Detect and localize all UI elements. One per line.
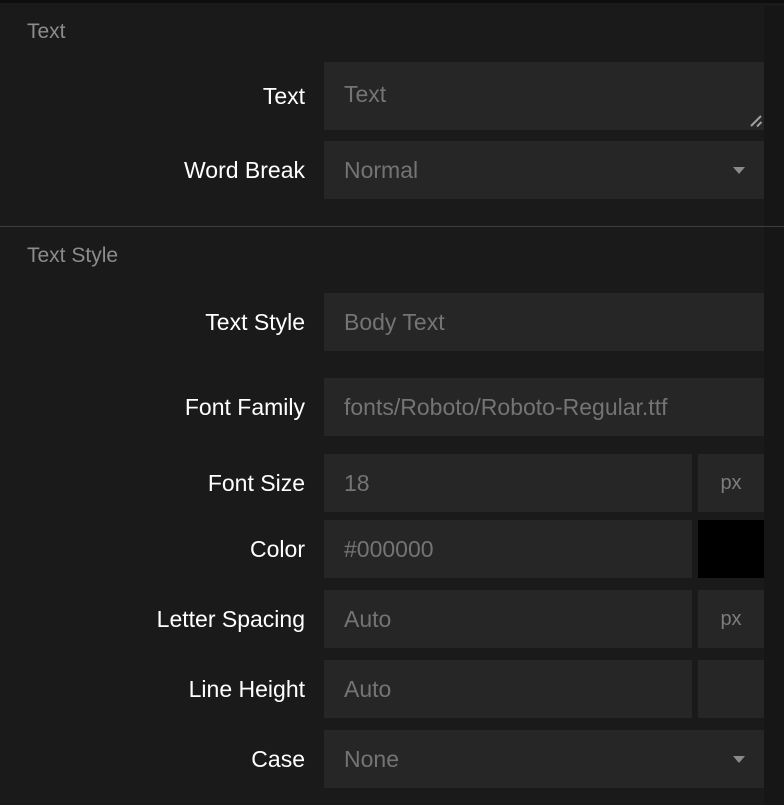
line-height-unit [698,660,764,718]
color-label: Color [0,535,305,563]
case-select[interactable]: None [324,730,764,788]
word-break-value: Normal [344,157,418,184]
line-height-row: Line Height [0,660,784,718]
text-row: Text [0,62,784,130]
letter-spacing-input[interactable] [324,590,692,648]
font-family-row: Font Family [0,378,784,436]
line-height-label: Line Height [0,675,305,703]
font-family-input[interactable] [324,378,764,436]
font-size-row: Font Size px [0,454,784,512]
text-label: Text [0,82,305,110]
section-divider [0,226,784,227]
text-properties-panel: { "colors": { "background": "#1a1a1a", "… [0,0,784,802]
chevron-down-icon [733,756,745,763]
word-break-select[interactable]: Normal [324,141,764,199]
case-row: Case None [0,730,784,788]
font-family-label: Font Family [0,393,305,421]
word-break-label: Word Break [0,156,305,184]
letter-spacing-label: Letter Spacing [0,605,305,633]
case-value: None [344,746,399,773]
chevron-down-icon [733,167,745,174]
section-title-text: Text [27,20,784,44]
text-style-label: Text Style [0,308,305,336]
resize-handle-icon[interactable] [749,114,762,127]
font-size-unit: px [698,454,764,512]
color-swatch[interactable] [698,520,764,578]
text-style-input[interactable] [324,293,764,351]
word-break-row: Word Break Normal [0,141,784,199]
font-size-input[interactable] [324,454,692,512]
color-row: Color [0,520,784,578]
case-label: Case [0,745,305,773]
section-title-text-style: Text Style [27,244,784,268]
letter-spacing-unit: px [698,590,764,648]
text-input[interactable] [324,62,764,130]
line-height-input[interactable] [324,660,692,718]
text-input-wrap [324,62,764,130]
letter-spacing-row: Letter Spacing px [0,590,784,648]
color-input[interactable] [324,520,692,578]
text-style-row: Text Style [0,293,784,351]
font-size-label: Font Size [0,469,305,497]
